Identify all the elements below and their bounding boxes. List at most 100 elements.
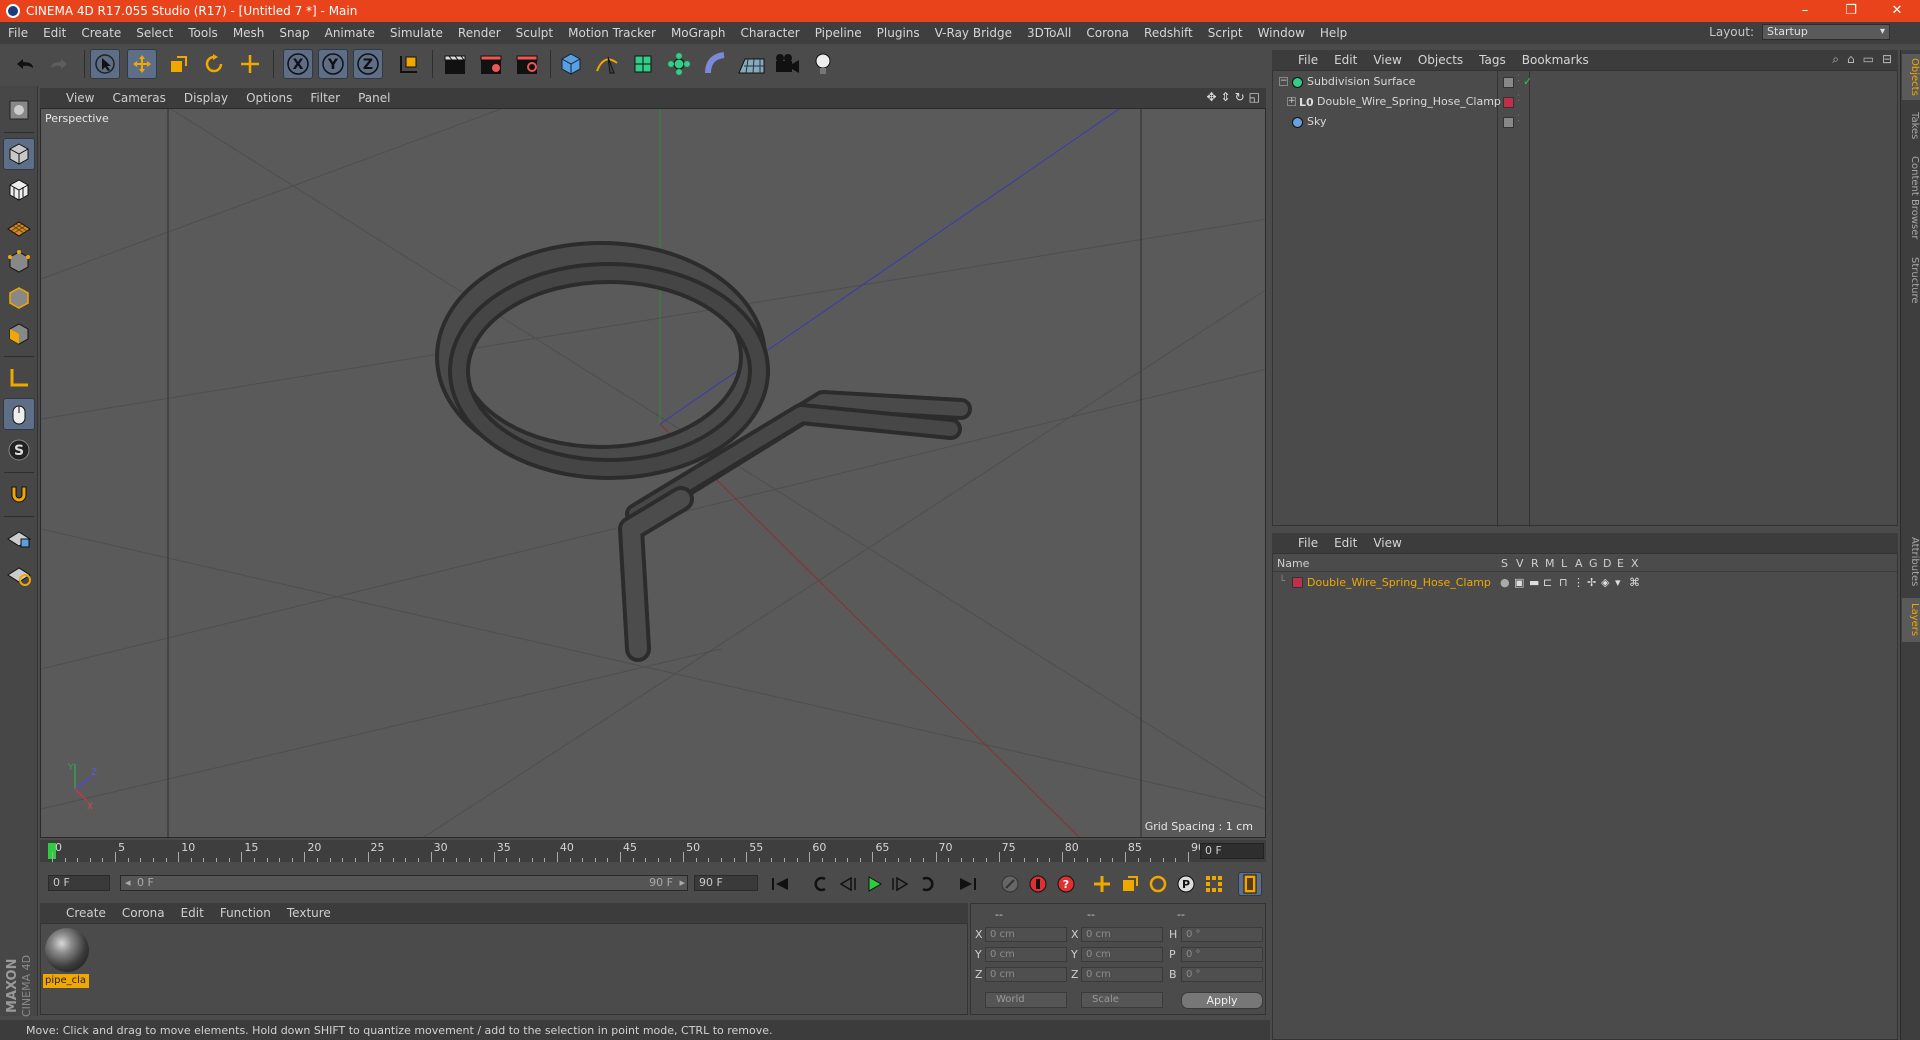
coordinate-system-button[interactable] xyxy=(394,49,424,79)
coord-size-y-field[interactable]: 0 cm xyxy=(1081,947,1163,962)
minimize-button[interactable]: – xyxy=(1782,0,1828,22)
coord-pos-y-field[interactable]: 0 cm xyxy=(985,947,1067,962)
material-menu-texture[interactable]: Texture xyxy=(287,906,331,920)
coordinate-space-dropdown[interactable]: World xyxy=(985,992,1067,1008)
key-scale-button[interactable] xyxy=(1118,872,1142,896)
coord-rot-b-field[interactable]: 0 ° xyxy=(1181,967,1263,982)
add-mograph-button[interactable] xyxy=(664,49,694,79)
timeline-window-button[interactable] xyxy=(1238,872,1262,896)
layer-color-icon[interactable] xyxy=(1292,577,1303,588)
make-editable-button[interactable] xyxy=(3,94,35,126)
snap-button[interactable] xyxy=(3,478,35,510)
menu-help[interactable]: Help xyxy=(1320,26,1347,40)
enabled-check-icon[interactable]: ✓ xyxy=(1523,75,1532,88)
edges-mode-button[interactable] xyxy=(3,282,35,314)
menu-corona[interactable]: Corona xyxy=(1086,26,1129,40)
current-frame-field[interactable]: 0 F xyxy=(1200,843,1264,859)
texture-mode-button[interactable] xyxy=(3,174,35,206)
collapse-toggle-icon[interactable]: − xyxy=(1279,77,1288,86)
autokey-button[interactable] xyxy=(1026,872,1050,896)
go-to-start-button[interactable] xyxy=(768,872,792,896)
visibility-dots-icon[interactable]: ⁚ xyxy=(1517,94,1520,104)
coord-rot-h-field[interactable]: 0 ° xyxy=(1181,927,1263,942)
add-light-button[interactable] xyxy=(808,49,838,79)
tab-takes[interactable]: Takes xyxy=(1902,106,1920,146)
menu-motion-tracker[interactable]: Motion Tracker xyxy=(568,26,656,40)
size-mode-dropdown[interactable]: Scale xyxy=(1081,992,1163,1008)
layer-generators-icon[interactable]: ✢ xyxy=(1587,576,1596,589)
menu-vray-bridge[interactable]: V-Ray Bridge xyxy=(935,26,1012,40)
move-tool[interactable] xyxy=(127,49,157,79)
om-menu-tags[interactable]: Tags xyxy=(1479,53,1506,67)
material-menu-corona[interactable]: Corona xyxy=(122,906,165,920)
layer-expressions-icon[interactable]: ▾ xyxy=(1615,576,1621,589)
record-keys-button[interactable] xyxy=(998,872,1022,896)
key-pla-button[interactable] xyxy=(1202,872,1226,896)
solo-button[interactable]: S xyxy=(3,434,35,466)
workplane-mode-button[interactable] xyxy=(3,210,35,242)
add-generator-button[interactable] xyxy=(628,49,658,79)
key-parameter-button[interactable]: P xyxy=(1174,872,1198,896)
coord-size-x-field[interactable]: 0 cm xyxy=(1081,927,1163,942)
live-selection-tool[interactable] xyxy=(90,49,120,79)
next-frame-button[interactable] xyxy=(889,872,913,896)
layer-xrefs-icon[interactable]: ⌘ xyxy=(1629,576,1640,589)
om-home-icon[interactable]: ⌂ xyxy=(1847,52,1855,67)
keyframe-selection-button[interactable]: ? xyxy=(1054,872,1078,896)
tab-attributes[interactable]: Attributes xyxy=(1902,530,1920,594)
layer-animation-icon[interactable]: ⋮ xyxy=(1573,576,1584,589)
x-axis-lock[interactable]: X xyxy=(283,49,313,79)
om-menu-bookmarks[interactable]: Bookmarks xyxy=(1522,53,1589,67)
material-menu-edit[interactable]: Edit xyxy=(181,906,204,920)
add-cube-button[interactable] xyxy=(556,49,586,79)
play-button[interactable] xyxy=(862,872,886,896)
tab-layers[interactable]: Layers xyxy=(1902,598,1920,642)
points-mode-button[interactable] xyxy=(3,246,35,278)
apply-button[interactable]: Apply xyxy=(1181,992,1263,1009)
object-row-double-wire-spring-hose-clamp[interactable]: + L0 Double_Wire_Spring_Hose_Clamp ⁚ xyxy=(1273,93,1897,113)
lm-menu-edit[interactable]: Edit xyxy=(1334,536,1357,550)
pan-view-icon[interactable]: ✥ xyxy=(1206,90,1216,104)
layer-row[interactable]: └ Double_Wire_Spring_Hose_Clamp ● ▣ ▬ ⊏ … xyxy=(1273,574,1897,592)
render-view-button[interactable] xyxy=(440,49,470,79)
layer-color-icon[interactable] xyxy=(1503,97,1514,108)
render-picture-viewer-button[interactable] xyxy=(476,49,506,79)
layer-name[interactable]: Double_Wire_Spring_Hose_Clamp xyxy=(1307,576,1491,589)
menu-edit[interactable]: Edit xyxy=(43,26,66,40)
menu-plugins[interactable]: Plugins xyxy=(877,26,920,40)
viewport-menu-cameras[interactable]: Cameras xyxy=(112,91,165,105)
frame-range-slider[interactable]: ◂ 0 F 90 F ▸ xyxy=(120,875,688,891)
menu-select[interactable]: Select xyxy=(136,26,173,40)
tab-structure[interactable]: Structure xyxy=(1902,250,1920,310)
lock-workplane-button[interactable] xyxy=(3,522,35,554)
layer-manager-icon[interactable]: ⊏ xyxy=(1543,576,1552,589)
perspective-viewport[interactable]: Y Z X Perspective Grid Spacing : 1 cm xyxy=(40,108,1266,838)
om-search-icon[interactable]: ⌕ xyxy=(1832,52,1839,67)
om-menu-file[interactable]: File xyxy=(1298,53,1318,67)
coord-size-z-field[interactable]: 0 cm xyxy=(1081,967,1163,982)
render-settings-button[interactable] xyxy=(512,49,542,79)
menu-animate[interactable]: Animate xyxy=(325,26,375,40)
menu-mograph[interactable]: MoGraph xyxy=(671,26,726,40)
menu-tools[interactable]: Tools xyxy=(188,26,218,40)
menu-window[interactable]: Window xyxy=(1258,26,1305,40)
axis-mode-button[interactable] xyxy=(3,362,35,394)
next-key-button[interactable] xyxy=(916,872,940,896)
orbit-view-icon[interactable]: ↻ xyxy=(1235,90,1245,104)
om-collapse-icon[interactable]: ⊟ xyxy=(1882,52,1892,67)
layer-solo-icon[interactable]: ● xyxy=(1500,576,1510,589)
coord-pos-x-field[interactable]: 0 cm xyxy=(985,927,1067,942)
recent-tool[interactable] xyxy=(235,49,265,79)
add-camera-button[interactable] xyxy=(772,49,802,79)
previous-key-button[interactable] xyxy=(808,872,832,896)
add-deformer-button[interactable] xyxy=(700,49,730,79)
material-menu-function[interactable]: Function xyxy=(220,906,271,920)
rotate-tool[interactable] xyxy=(199,49,229,79)
add-floor-button[interactable] xyxy=(736,49,766,79)
om-menu-edit[interactable]: Edit xyxy=(1334,53,1357,67)
menu-snap[interactable]: Snap xyxy=(279,26,309,40)
tab-content-browser[interactable]: Content Browser xyxy=(1902,150,1920,246)
menu-3dtoall[interactable]: 3DToAll xyxy=(1027,26,1071,40)
layer-deformers-icon[interactable]: ◈ xyxy=(1601,576,1609,589)
dolly-view-icon[interactable]: ⇕ xyxy=(1221,90,1231,104)
